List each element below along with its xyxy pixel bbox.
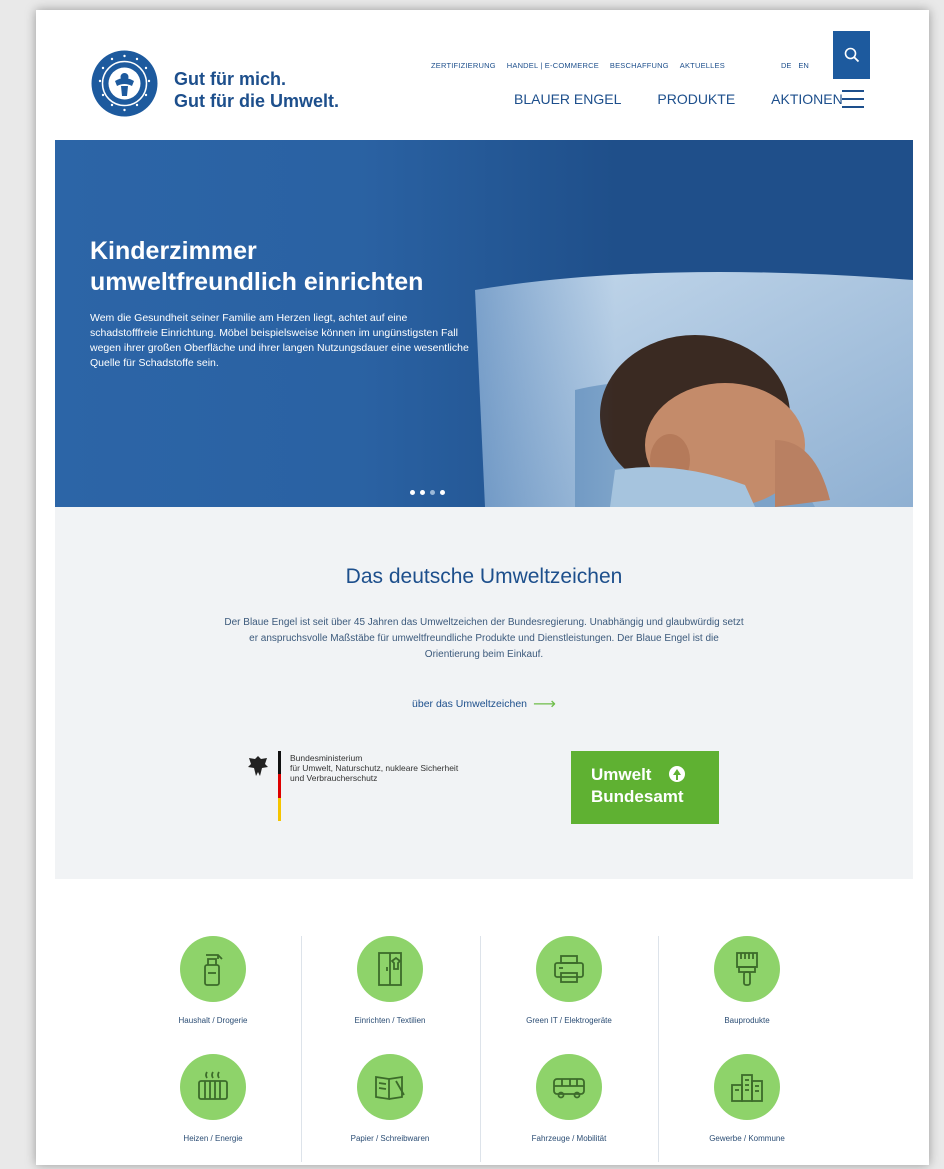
page: Gut für mich. Gut für die Umwelt. ZERTIF… bbox=[36, 10, 929, 1165]
tree-icon bbox=[669, 766, 685, 782]
lang-de[interactable]: DE bbox=[781, 61, 791, 70]
category-circle bbox=[180, 1054, 246, 1120]
main-nav: BLAUER ENGEL PRODUKTE AKTIONEN bbox=[514, 91, 843, 107]
category-circle bbox=[536, 1054, 602, 1120]
search-icon bbox=[844, 47, 859, 63]
category-circle bbox=[357, 1054, 423, 1120]
category-circle bbox=[180, 936, 246, 1002]
slogan: Gut für mich. Gut für die Umwelt. bbox=[174, 68, 339, 112]
category-haushalt-drogerie[interactable]: Haushalt / Drogerie bbox=[124, 936, 302, 1046]
bmu-line-1: Bundesministerium bbox=[290, 753, 363, 763]
slogan-line-2: Gut für die Umwelt. bbox=[174, 91, 340, 111]
nav-produkte[interactable]: PRODUKTE bbox=[657, 91, 735, 107]
umweltzeichen-section: Das deutsche Umweltzeichen Der Blaue Eng… bbox=[55, 507, 913, 879]
nav-beschaffung[interactable]: BESCHAFFUNG bbox=[610, 61, 669, 70]
nav-handel-ecommerce[interactable]: HANDEL | E-COMMERCE bbox=[507, 61, 599, 70]
paint-brush-icon bbox=[736, 952, 758, 986]
slogan-line-1: Gut für mich. bbox=[174, 69, 286, 89]
category-green-it[interactable]: Green IT / Elektrogeräte bbox=[480, 936, 658, 1046]
hero-title-line-2: umweltfreundlich einrichten bbox=[90, 268, 424, 296]
about-link[interactable]: über das Umweltzeichen ⟶ bbox=[55, 694, 913, 714]
bmu-logo[interactable]: Bundesministerium für Umwelt, Naturschut… bbox=[247, 751, 547, 823]
language-switcher: DE EN bbox=[781, 61, 809, 70]
category-label: Heizen / Energie bbox=[183, 1134, 243, 1143]
hamburger-menu-icon[interactable] bbox=[842, 90, 864, 108]
top-nav: ZERTIFIZIERUNG HANDEL | E-COMMERCE BESCH… bbox=[431, 61, 725, 70]
nav-aktuelles[interactable]: AKTUELLES bbox=[680, 61, 725, 70]
category-heizen-energie[interactable]: Heizen / Energie bbox=[124, 1054, 302, 1164]
bmu-line-3: und Verbraucherschutz bbox=[290, 773, 378, 783]
category-bauprodukte[interactable]: Bauprodukte bbox=[658, 936, 836, 1046]
hero-text: Wem die Gesundheit seiner Familie am Her… bbox=[90, 312, 469, 369]
printer-icon bbox=[554, 955, 584, 983]
slider-dot[interactable] bbox=[410, 490, 415, 495]
slider-dots bbox=[410, 490, 445, 495]
blauer-engel-logo[interactable] bbox=[91, 50, 158, 117]
category-papier-schreibwaren[interactable]: Papier / Schreibwaren bbox=[301, 1054, 479, 1164]
nav-aktionen[interactable]: AKTIONEN bbox=[771, 91, 843, 107]
hero-slider: Kinderzimmer umweltfreundlich einrichten… bbox=[55, 140, 913, 507]
eagle-icon bbox=[248, 756, 268, 776]
arrow-right-icon: ⟶ bbox=[533, 696, 556, 713]
spray-bottle-icon bbox=[204, 954, 223, 986]
search-button[interactable] bbox=[833, 31, 870, 79]
category-label: Green IT / Elektrogeräte bbox=[526, 1016, 612, 1025]
bmu-name: Bundesministerium für Umwelt, Naturschut… bbox=[290, 753, 458, 783]
category-fahrzeuge-mobilitaet[interactable]: Fahrzeuge / Mobilität bbox=[480, 1054, 658, 1164]
category-label: Haushalt / Drogerie bbox=[178, 1016, 248, 1025]
uba-line-1: Umwelt bbox=[591, 765, 652, 784]
category-label: Fahrzeuge / Mobilität bbox=[531, 1134, 607, 1143]
category-label: Gewerbe / Kommune bbox=[709, 1134, 785, 1143]
about-link-label[interactable]: über das Umweltzeichen bbox=[412, 698, 527, 710]
category-circle bbox=[714, 1054, 780, 1120]
german-flag-bar bbox=[278, 751, 281, 821]
buildings-icon bbox=[731, 1074, 763, 1102]
category-circle bbox=[357, 936, 423, 1002]
notebook-icon bbox=[375, 1075, 405, 1101]
category-label: Papier / Schreibwaren bbox=[350, 1134, 430, 1143]
uba-logo[interactable]: Umwelt Bundesamt bbox=[571, 751, 719, 824]
category-label: Einrichten / Textilien bbox=[354, 1016, 426, 1025]
category-circle bbox=[714, 936, 780, 1002]
radiator-icon bbox=[198, 1071, 228, 1100]
slider-dot-active[interactable] bbox=[430, 490, 435, 495]
category-label: Bauprodukte bbox=[724, 1016, 770, 1025]
nav-blauer-engel[interactable]: BLAUER ENGEL bbox=[514, 91, 621, 107]
slider-dot[interactable] bbox=[440, 490, 445, 495]
category-einrichten-textilien[interactable]: Einrichten / Textilien bbox=[301, 936, 479, 1046]
uba-line-2: Bundesamt bbox=[591, 787, 684, 806]
slider-dot[interactable] bbox=[420, 490, 425, 495]
nav-zertifizierung[interactable]: ZERTIFIZIERUNG bbox=[431, 61, 496, 70]
site-header: Gut für mich. Gut für die Umwelt. ZERTIF… bbox=[36, 10, 929, 140]
category-gewerbe-kommune[interactable]: Gewerbe / Kommune bbox=[658, 1054, 836, 1164]
lang-en[interactable]: EN bbox=[798, 61, 808, 70]
section-text: Der Blaue Engel ist seit über 45 Jahren … bbox=[224, 617, 744, 660]
hero-title-line-1: Kinderzimmer bbox=[90, 237, 257, 265]
product-categories: Haushalt / Drogerie Einrichten / Textili… bbox=[55, 879, 913, 1165]
wardrobe-icon bbox=[378, 952, 402, 986]
hero-title: Kinderzimmer umweltfreundlich einrichten bbox=[90, 236, 423, 298]
section-title: Das deutsche Umweltzeichen bbox=[345, 565, 623, 588]
bmu-line-2: für Umwelt, Naturschutz, nukleare Sicher… bbox=[290, 763, 459, 773]
bus-icon bbox=[553, 1078, 585, 1099]
category-circle bbox=[536, 936, 602, 1002]
